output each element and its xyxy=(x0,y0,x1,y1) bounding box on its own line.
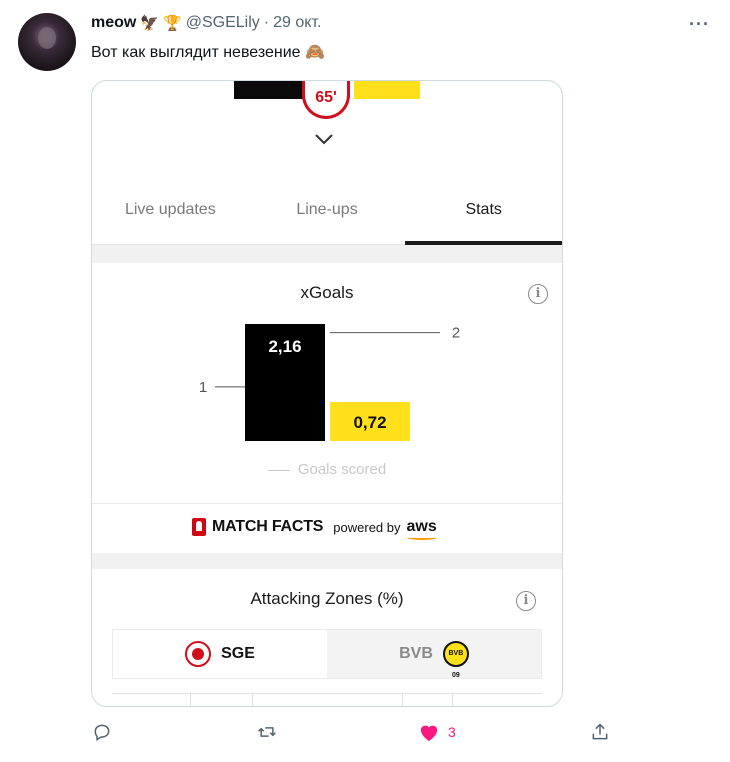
aws-logo: aws xyxy=(406,518,438,540)
more-options-icon[interactable]: ··· xyxy=(689,14,710,35)
trophy-badge-icon: 🏆 xyxy=(163,15,182,32)
match-tabs: Live updates Line-ups Stats xyxy=(92,187,562,245)
tweet-header: meow 🦅 🏆 @SGELily · 29 окт. xyxy=(91,14,321,32)
tab-live-updates[interactable]: Live updates xyxy=(92,187,249,244)
goals-label: 1 xyxy=(199,379,207,396)
like-button[interactable]: 3 xyxy=(418,722,456,742)
match-facts-brand: MATCH FACTS xyxy=(212,518,324,535)
retweet-button[interactable] xyxy=(256,722,286,742)
match-minute-badge: 65' xyxy=(302,81,350,119)
author-name[interactable]: meow xyxy=(91,14,136,32)
tweet-actions: 3 xyxy=(0,722,730,746)
legend-line-icon xyxy=(267,469,290,471)
share-icon xyxy=(592,723,608,740)
separator-dot: · xyxy=(263,14,270,31)
heart-icon xyxy=(420,725,438,742)
xg-value-label: 0,72 xyxy=(353,413,386,432)
section-divider xyxy=(92,245,562,263)
reply-icon xyxy=(94,724,110,741)
goals-label: 2 xyxy=(452,325,460,342)
xgoals-chart: 2,16 1 0,72 2 xyxy=(199,324,460,441)
score-bar: 65' xyxy=(92,81,562,145)
like-count: 3 xyxy=(448,724,456,740)
home-team-color-bar xyxy=(234,81,312,99)
chevron-down-icon[interactable] xyxy=(314,129,334,149)
reply-button[interactable] xyxy=(92,722,120,742)
legend-label: Goals scored xyxy=(297,461,387,478)
tab-stats[interactable]: Stats xyxy=(405,187,562,245)
tweet-media[interactable]: 65' Live updates Line-ups Stats xGoals i… xyxy=(91,80,563,707)
chart-legend: Goals scored xyxy=(92,461,562,478)
team-toggle-sge[interactable]: SGE xyxy=(113,630,327,678)
column-divider xyxy=(452,694,453,706)
team-label: SGE xyxy=(221,645,255,662)
attacking-zones-title: Attacking Zones (%) xyxy=(250,589,404,608)
see-no-evil-monkey-icon: 🙈 xyxy=(305,44,325,61)
bvb-crest-icon: BVB 09 xyxy=(442,641,469,679)
share-button[interactable] xyxy=(590,722,610,742)
avatar[interactable] xyxy=(18,13,76,71)
attacking-zones-card: Attacking Zones (%) i SGE BVB BVB 09 xyxy=(92,569,562,706)
tweet-date[interactable]: 29 окт. xyxy=(273,14,321,32)
team-toggle-bvb[interactable]: BVB BVB 09 xyxy=(327,630,541,679)
match-facts-banner: MATCH FACTS powered by aws xyxy=(92,503,562,553)
tweet: meow 🦅 🏆 @SGELily · 29 окт. ··· Вот как … xyxy=(0,0,730,762)
author-handle[interactable]: @SGELily xyxy=(186,14,260,32)
section-divider xyxy=(92,553,562,569)
eagle-badge-icon: 🦅 xyxy=(140,15,160,32)
powered-by-label: powered by xyxy=(333,519,401,535)
info-icon[interactable]: i xyxy=(516,591,536,611)
zones-table-header xyxy=(112,693,542,706)
away-team-color-bar xyxy=(354,81,420,99)
column-divider xyxy=(190,694,191,706)
team-label: BVB xyxy=(399,645,433,662)
team-selector: SGE BVB BVB 09 xyxy=(112,629,542,679)
retweet-icon xyxy=(258,727,276,737)
eintracht-crest-icon xyxy=(185,641,212,667)
tweet-text: Вот как выглядит невезение 🙈 xyxy=(91,42,325,62)
xgoals-card: xGoals i 2,16 1 0,72 2 Goals scored xyxy=(92,263,562,503)
bundesliga-logo-icon xyxy=(192,518,206,536)
tab-line-ups[interactable]: Line-ups xyxy=(249,187,406,244)
column-divider xyxy=(252,694,253,706)
tweet-text-body: Вот как выглядит невезение xyxy=(91,44,301,61)
column-divider xyxy=(402,694,403,706)
xg-value-label: 2,16 xyxy=(268,337,301,356)
